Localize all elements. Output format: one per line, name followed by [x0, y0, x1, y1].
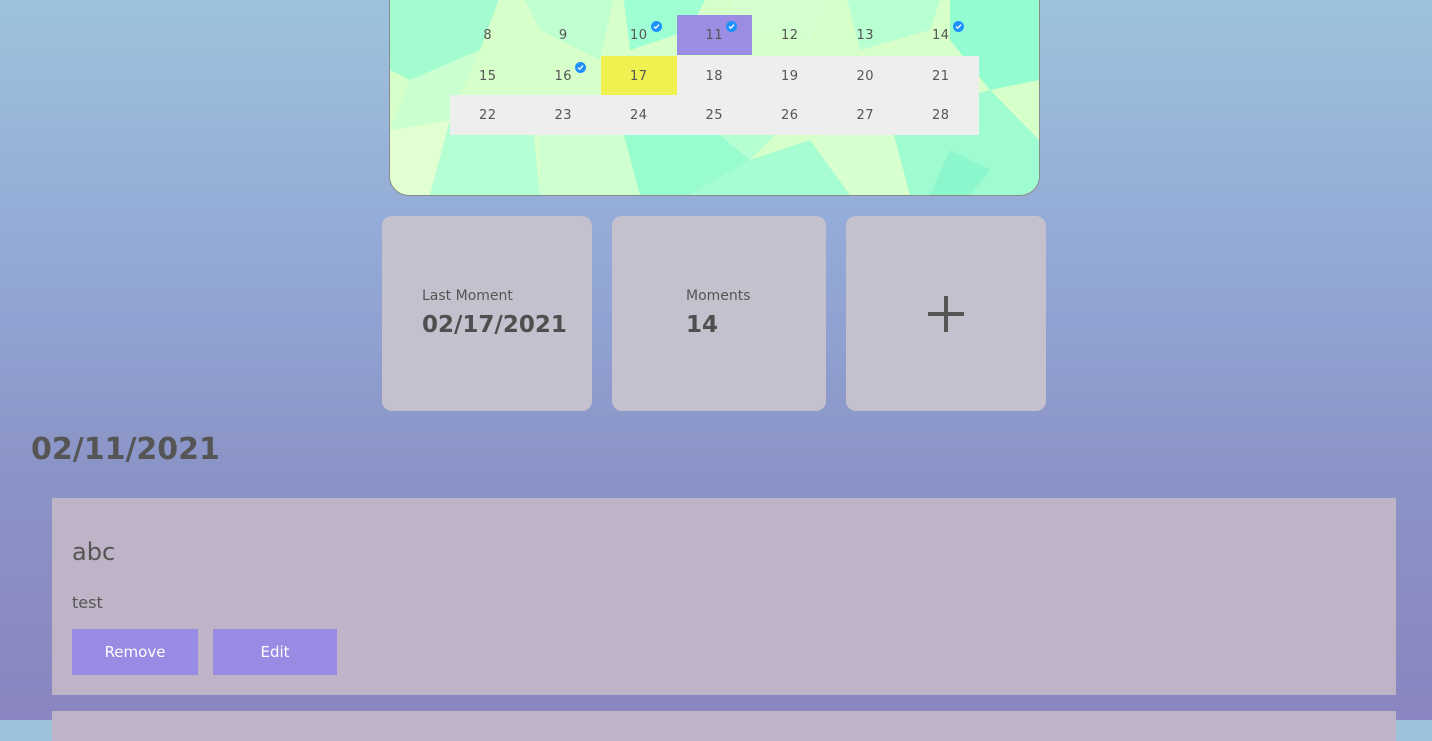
last-moment-card: Last Moment 02/17/2021 — [382, 216, 592, 411]
add-moment-button[interactable] — [846, 216, 1046, 411]
moments-count-card: Moments 14 — [612, 216, 826, 411]
moment-card: abc test Remove Edit — [52, 498, 1396, 695]
calendar-day[interactable]: 22 — [450, 95, 526, 135]
calendar-day-number: 27 — [856, 107, 875, 123]
calendar-day[interactable]: 24 — [601, 95, 677, 135]
calendar-day-number: 14 — [932, 20, 964, 43]
last-moment-value: 02/17/2021 — [422, 312, 567, 338]
calendar-day-number: 9 — [558, 27, 568, 43]
moment-body: test — [72, 593, 103, 612]
calendar-day[interactable]: 8 — [450, 15, 526, 55]
calendar-day[interactable]: 20 — [827, 56, 903, 96]
calendar-day[interactable]: 21 — [903, 56, 979, 96]
last-moment-label: Last Moment — [422, 288, 513, 304]
calendar-day-number: 20 — [856, 68, 875, 84]
calendar-day-number: 11 — [705, 20, 738, 43]
calendar-day[interactable]: 28 — [903, 95, 979, 135]
calendar-day-number: 8 — [483, 27, 493, 43]
calendar-day[interactable]: 13 — [828, 15, 904, 55]
moment-title: abc — [72, 538, 116, 566]
remove-button[interactable]: Remove — [72, 629, 198, 675]
calendar-day[interactable]: 16 — [526, 56, 602, 96]
calendar-day-number: 18 — [705, 68, 724, 84]
check-badge-icon — [726, 20, 738, 32]
check-badge-icon — [650, 20, 662, 32]
calendar-day-number: 28 — [931, 107, 950, 123]
calendar-day[interactable]: 25 — [676, 95, 752, 135]
calendar-day-number: 23 — [554, 107, 573, 123]
calendar-day-number: 13 — [856, 27, 875, 43]
moments-count-label: Moments — [686, 288, 751, 304]
calendar-day-number: 21 — [931, 68, 950, 84]
calendar-day-number: 12 — [780, 27, 799, 43]
selected-date-heading: 02/11/2021 — [31, 432, 220, 467]
calendar-day[interactable]: 27 — [827, 95, 903, 135]
calendar: 1234567891011121314151617181920212223242… — [389, 0, 1040, 196]
calendar-day[interactable]: 18 — [676, 56, 752, 96]
calendar-day-number: 16 — [554, 61, 587, 84]
calendar-day-number: 22 — [478, 107, 497, 123]
calendar-day[interactable]: 12 — [752, 15, 828, 55]
check-badge-icon — [952, 20, 964, 32]
calendar-day[interactable]: 15 — [450, 56, 526, 96]
calendar-day-number: 15 — [478, 68, 497, 84]
calendar-day-number: 17 — [629, 68, 648, 84]
calendar-day[interactable]: 9 — [526, 15, 602, 55]
calendar-day[interactable]: 14 — [903, 15, 979, 55]
calendar-day-number: 26 — [780, 107, 799, 123]
calendar-day[interactable]: 19 — [752, 56, 828, 96]
calendar-day[interactable]: 11 — [676, 15, 752, 55]
calendar-day[interactable]: 26 — [752, 95, 828, 135]
check-badge-icon — [575, 61, 587, 73]
calendar-day[interactable]: 10 — [601, 15, 677, 55]
calendar-day[interactable]: 17 — [601, 56, 677, 96]
plus-icon — [928, 295, 964, 332]
calendar-day-number: 10 — [630, 20, 662, 43]
calendar-day-number: 25 — [705, 107, 724, 123]
edit-button[interactable]: Edit — [213, 629, 337, 675]
moments-count-value: 14 — [686, 312, 719, 338]
calendar-day-number: 19 — [780, 68, 799, 84]
calendar-day[interactable]: 23 — [525, 95, 601, 135]
moment-card — [52, 711, 1396, 741]
calendar-day-number: 24 — [629, 107, 648, 123]
